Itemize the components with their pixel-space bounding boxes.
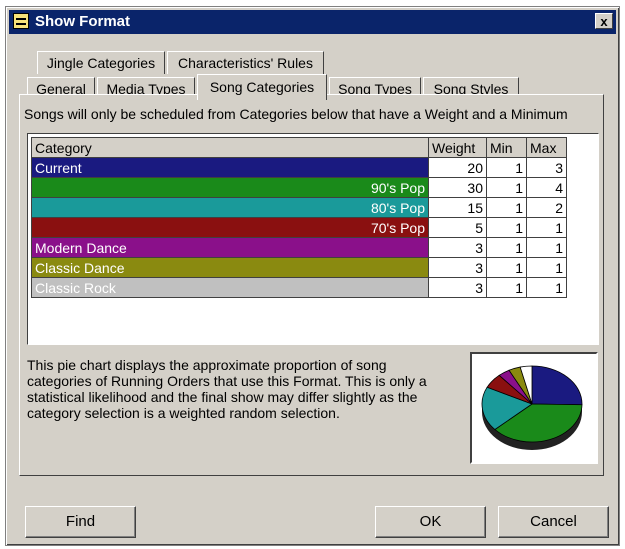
min-cell[interactable]: 1 [486, 177, 527, 198]
description-line: category selection is a weighted random … [27, 405, 340, 421]
pie-slice [531, 365, 583, 406]
max-cell[interactable]: 3 [526, 157, 567, 178]
weight-cell[interactable]: 20 [428, 157, 487, 178]
weight-cell[interactable]: 3 [428, 257, 487, 278]
max-cell[interactable]: 2 [526, 197, 567, 218]
window-title: Show Format [35, 13, 131, 30]
grid-header-row: Category Weight Min Max [31, 137, 567, 158]
category-table: Category Weight Min Max Current 20 1 3 90's … [31, 137, 567, 298]
header-max[interactable]: Max [526, 137, 567, 158]
ok-button[interactable]: OK [375, 506, 486, 538]
weight-cell[interactable]: 5 [428, 217, 487, 238]
min-cell[interactable]: 1 [486, 217, 527, 238]
title-bar: Show Format x [9, 10, 616, 34]
info-text: Songs will only be scheduled from Catego… [24, 106, 568, 122]
window-icon [13, 13, 29, 29]
category-cell[interactable]: Classic Dance [31, 257, 429, 278]
category-cell[interactable]: 80's Pop [31, 197, 429, 218]
weight-cell[interactable]: 3 [428, 237, 487, 258]
min-cell[interactable]: 1 [486, 197, 527, 218]
min-cell[interactable]: 1 [486, 277, 527, 298]
category-grid[interactable]: Category Weight Min Max Current 20 1 3 90's … [27, 133, 599, 345]
cancel-button[interactable]: Cancel [498, 506, 609, 538]
max-cell[interactable]: 4 [526, 177, 567, 198]
find-button[interactable]: Find [25, 506, 136, 538]
max-cell[interactable]: 1 [526, 237, 567, 258]
table-row[interactable]: 70's Pop 5 1 1 [31, 217, 567, 238]
header-category[interactable]: Category [31, 137, 429, 158]
min-cell[interactable]: 1 [486, 237, 527, 258]
weight-cell[interactable]: 30 [428, 177, 487, 198]
min-cell[interactable]: 1 [486, 157, 527, 178]
pie-chart-box [470, 352, 598, 464]
description-line: categories of Running Orders that use th… [27, 373, 427, 389]
category-cell[interactable]: Classic Rock [31, 277, 429, 298]
category-cell[interactable]: 70's Pop [31, 217, 429, 238]
table-row[interactable]: Modern Dance 3 1 1 [31, 237, 567, 258]
tab-characteristics-rules[interactable]: Characteristics' Rules [167, 51, 324, 74]
category-cell[interactable]: 90's Pop [31, 177, 429, 198]
tab-jingle-categories[interactable]: Jingle Categories [37, 51, 165, 74]
category-pie-chart [481, 365, 583, 450]
max-cell[interactable]: 1 [526, 217, 567, 238]
table-row[interactable]: Classic Rock 3 1 1 [31, 277, 567, 298]
max-cell[interactable]: 1 [526, 277, 567, 298]
weight-cell[interactable]: 3 [428, 277, 487, 298]
description-line: statistical likelihood and the final sho… [27, 389, 418, 405]
header-weight[interactable]: Weight [428, 137, 487, 158]
pie-description: This pie chart displays the approximate … [27, 357, 447, 421]
table-row[interactable]: 90's Pop 30 1 4 [31, 177, 567, 198]
table-row[interactable]: Current 20 1 3 [31, 157, 567, 178]
description-line: This pie chart displays the approximate … [27, 357, 387, 373]
header-min[interactable]: Min [486, 137, 527, 158]
table-row[interactable]: 80's Pop 15 1 2 [31, 197, 567, 218]
weight-cell[interactable]: 15 [428, 197, 487, 218]
min-cell[interactable]: 1 [486, 257, 527, 278]
close-button[interactable]: x [595, 13, 613, 29]
tab-song-categories[interactable]: Song Categories [197, 74, 327, 100]
max-cell[interactable]: 1 [526, 257, 567, 278]
category-cell[interactable]: Modern Dance [31, 237, 429, 258]
category-cell[interactable]: Current [31, 157, 429, 178]
table-row[interactable]: Classic Dance 3 1 1 [31, 257, 567, 278]
